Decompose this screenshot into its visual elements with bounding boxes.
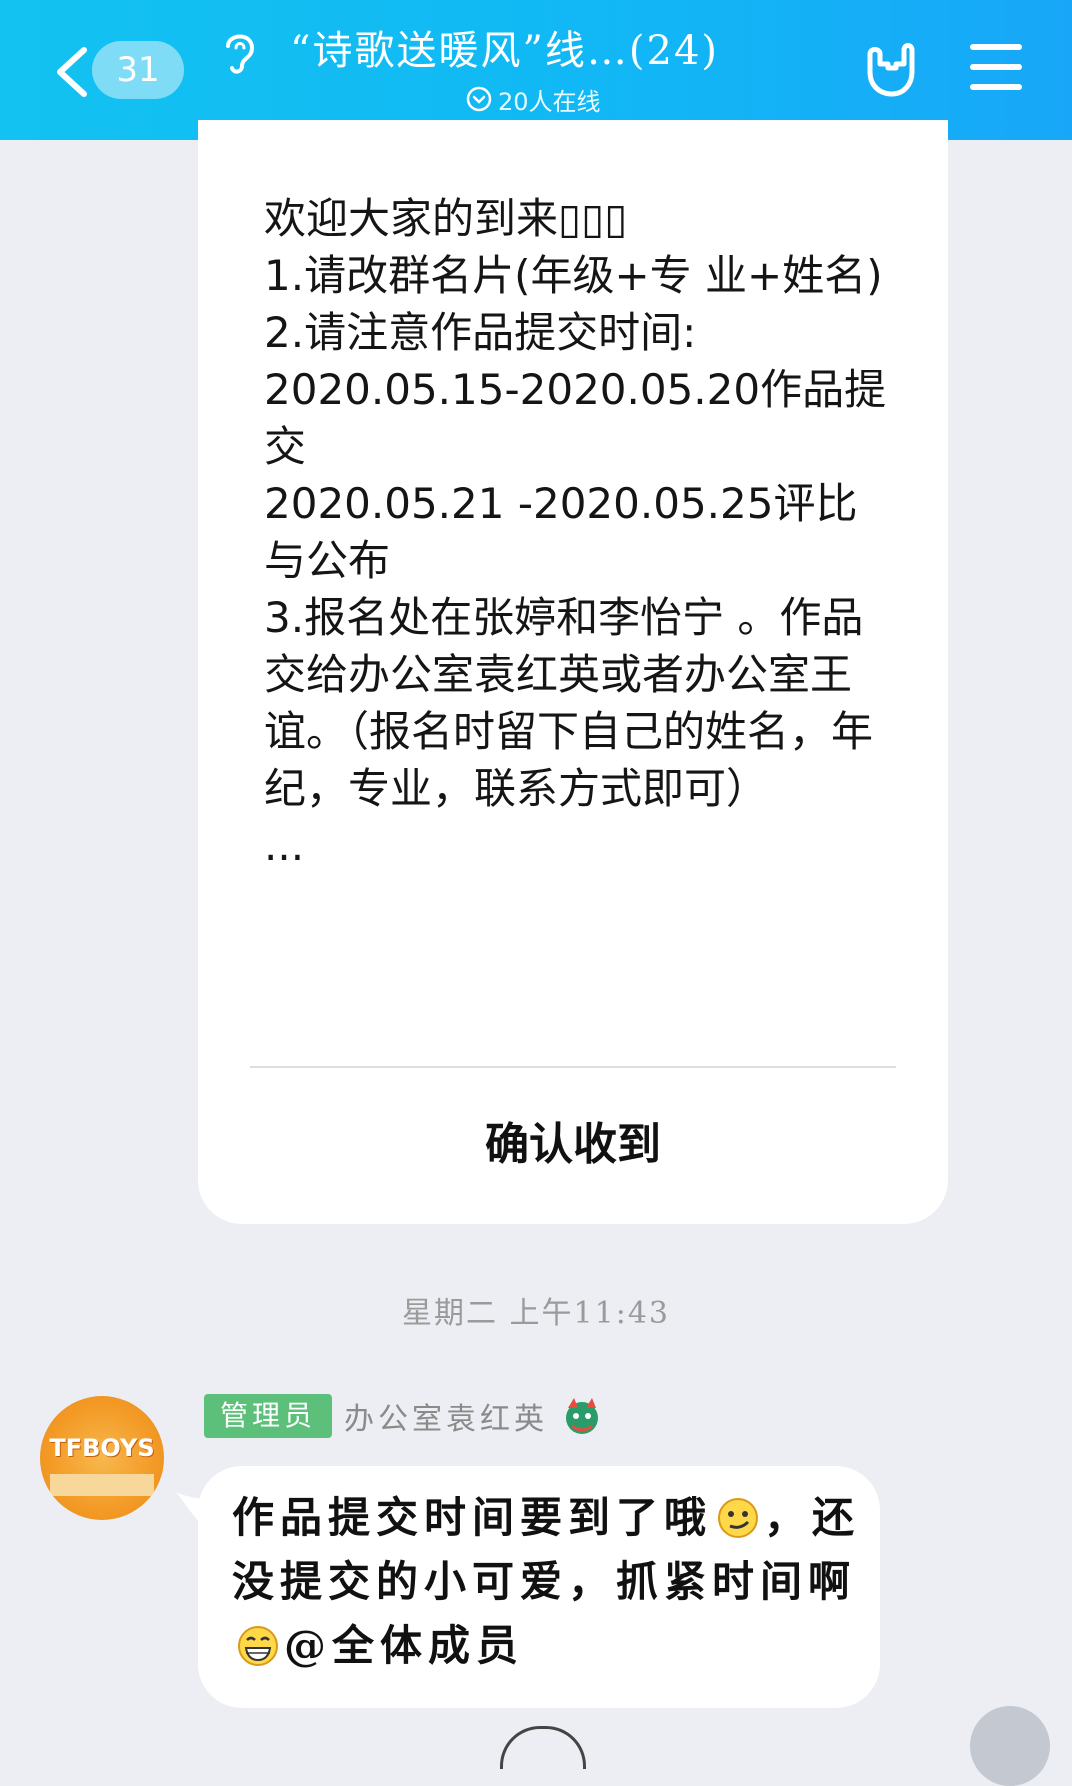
scroll-down-button[interactable] (970, 1706, 1050, 1786)
online-count: 20人在线 (498, 87, 601, 116)
avatar-label: TFBOYS (49, 1434, 155, 1462)
message-text: 作品提交时间要到了哦 ，还没提交的小可爱，抓紧时间啊@全体成员 (232, 1486, 872, 1678)
avatar-decoration (50, 1474, 154, 1496)
group-notice-card: 欢迎大家的到来▯▯▯ 1.请改群名片(年级+专 业+姓名) 2.请注意作品提交时… (198, 120, 948, 1224)
avatar (500, 1726, 586, 1769)
unread-count-badge: 31 (92, 41, 184, 99)
confirm-received-button[interactable]: 确认收到 (198, 1070, 948, 1220)
message-timestamp: 星期二 上午11:43 (402, 1296, 670, 1331)
divider (250, 1066, 896, 1068)
sender-row: 管理员 办公室袁红英 (204, 1394, 604, 1438)
chevron-circle-icon (466, 86, 492, 112)
mention-all[interactable]: @全体成员 (284, 1621, 524, 1670)
avatar[interactable]: TFBOYS (40, 1396, 164, 1520)
dragon-icon (566, 1398, 599, 1434)
grin-emoji (238, 1626, 278, 1666)
rock-hand-icon[interactable] (858, 36, 922, 100)
notice-text: 欢迎大家的到来▯▯▯ 1.请改群名片(年级+专 业+姓名) 2.请注意作品提交时… (264, 194, 887, 870)
sender-name[interactable]: 办公室袁红英 (344, 1394, 548, 1438)
admin-badge: 管理员 (204, 1394, 333, 1438)
chat-title[interactable]: “诗歌送暖风”线…(24) (290, 18, 850, 74)
smirk-emoji (718, 1498, 759, 1538)
chat-header: 31 “诗歌送暖风”线…(24) 20人在线 (0, 0, 1072, 140)
message-text-part: 作品提交时间要到了哦 (232, 1493, 713, 1542)
back-button[interactable]: 31 (40, 36, 190, 106)
online-status[interactable]: 20人在线 (466, 82, 601, 116)
menu-icon[interactable] (968, 40, 1024, 94)
ear-icon[interactable] (218, 28, 262, 76)
message-bubble[interactable]: 作品提交时间要到了哦 ，还没提交的小可爱，抓紧时间啊@全体成员 (176, 1466, 880, 1708)
bubble-tail (176, 1492, 214, 1526)
